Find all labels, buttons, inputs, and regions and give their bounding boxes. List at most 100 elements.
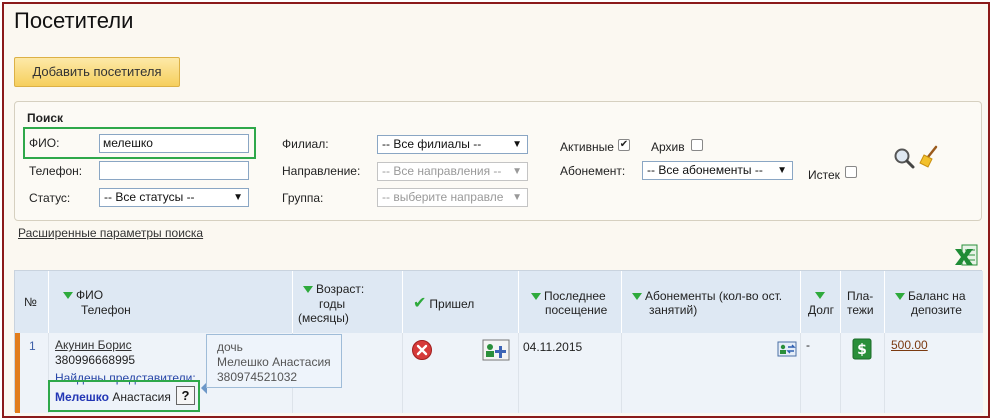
col-balance-header[interactable]: Баланс на депозите bbox=[885, 271, 983, 333]
excel-export-icon[interactable] bbox=[953, 242, 979, 268]
col-age-label-1: Возраст: bbox=[316, 282, 365, 296]
row-num: 1 bbox=[29, 339, 36, 353]
last-visit-date: 04.11.2015 bbox=[523, 340, 583, 354]
col-subs-label-2: занятий) bbox=[649, 303, 698, 317]
col-age-header[interactable]: Возраст: годы (месяцы) bbox=[293, 271, 403, 333]
balance-link[interactable]: 500.00 bbox=[891, 338, 928, 352]
cell-last-visit: 04.11.2015 bbox=[519, 333, 622, 413]
representative-first-name: Анастасия bbox=[112, 390, 171, 404]
chevron-down-icon: ▼ bbox=[512, 166, 522, 177]
debt-value: - bbox=[806, 338, 810, 352]
visitor-name-link[interactable]: Акунин Борис bbox=[55, 338, 132, 352]
search-title: Поиск bbox=[27, 111, 64, 125]
cell-subs bbox=[622, 333, 801, 413]
col-fio-label: ФИО bbox=[76, 288, 104, 302]
search-panel: Поиск ФИО: мелешко Телефон: Статус: -- В… bbox=[14, 101, 982, 221]
sort-down-icon bbox=[531, 293, 541, 301]
col-came-title: ✔ Пришел bbox=[413, 293, 474, 313]
visitor-phone: 380996668995 bbox=[55, 353, 136, 367]
col-balance-title: Баланс на bbox=[895, 289, 966, 303]
subscription-label: Абонемент: bbox=[560, 164, 626, 178]
col-subs-header[interactable]: Абонементы (кол-во ост. занятий) bbox=[622, 271, 801, 333]
direction-select[interactable]: -- Все направления -- ▼ bbox=[377, 162, 528, 181]
chevron-down-icon: ▼ bbox=[512, 192, 522, 203]
direction-select-value: -- Все направления -- bbox=[382, 164, 502, 178]
active-label: Активные bbox=[560, 140, 614, 154]
col-age-label-3: (месяцы) bbox=[298, 311, 349, 325]
group-select-value: -- выберите направле bbox=[382, 190, 504, 204]
status-label: Статус: bbox=[29, 191, 71, 205]
tooltip-phone: 380974521032 bbox=[217, 370, 298, 384]
representative-name[interactable]: Мелешко Анастасия bbox=[55, 390, 171, 404]
col-payments-label-2: тежи bbox=[847, 303, 874, 317]
sort-down-icon bbox=[632, 293, 642, 301]
col-num-header: № bbox=[15, 271, 49, 333]
col-phone-label: Телефон bbox=[81, 303, 131, 317]
phone-label: Телефон: bbox=[29, 164, 83, 178]
group-select[interactable]: -- выберите направле ▼ bbox=[377, 188, 528, 207]
archive-label: Архив bbox=[651, 140, 685, 154]
col-last-visit-header[interactable]: Последнее посещение bbox=[519, 271, 622, 333]
col-payments-label-1: Пла- bbox=[847, 289, 874, 303]
group-label: Группа: bbox=[282, 191, 324, 205]
representative-last-name: Мелешко bbox=[55, 390, 109, 404]
broom-icon[interactable] bbox=[918, 145, 940, 169]
col-fio-title: ФИО bbox=[63, 288, 103, 302]
col-debt-label: Долг bbox=[808, 303, 835, 317]
col-age-label-2: годы bbox=[319, 297, 346, 311]
chevron-down-icon: ▼ bbox=[777, 165, 787, 176]
expired-label: Истек bbox=[808, 168, 840, 182]
fio-input[interactable]: мелешко bbox=[99, 134, 249, 153]
col-num-label: № bbox=[24, 295, 37, 309]
status-select-value: -- Все статусы -- bbox=[104, 190, 195, 204]
expired-checkbox[interactable] bbox=[845, 166, 857, 178]
tooltip-relation: дочь bbox=[217, 340, 243, 354]
col-age-title: Возраст: bbox=[303, 282, 364, 296]
sort-down-icon bbox=[303, 286, 313, 294]
branch-select-value: -- Все филиалы -- bbox=[382, 137, 482, 151]
phone-input[interactable] bbox=[99, 161, 249, 180]
subscription-select[interactable]: -- Все абонементы -- ▼ bbox=[642, 161, 793, 180]
subscription-swap-icon[interactable] bbox=[777, 341, 797, 357]
fio-label: ФИО: bbox=[29, 136, 60, 150]
cell-payments: $ bbox=[841, 333, 885, 413]
checkmark-icon: ✔ bbox=[413, 295, 427, 312]
col-payments-header: Пла- тежи bbox=[841, 271, 885, 333]
svg-text:$: $ bbox=[857, 342, 867, 358]
chevron-down-icon: ▼ bbox=[233, 192, 243, 203]
representative-help-button[interactable]: ? bbox=[176, 386, 195, 405]
active-checkbox[interactable]: ✔ bbox=[618, 139, 630, 151]
tooltip-name: Мелешко Анастасия bbox=[217, 355, 331, 369]
col-came-label: Пришел bbox=[429, 297, 475, 311]
col-subs-title: Абонементы (кол-во ост. bbox=[632, 289, 782, 303]
dollar-icon[interactable]: $ bbox=[852, 338, 872, 360]
col-last-visit-label-2: посещение bbox=[545, 303, 608, 317]
col-last-visit-label-1: Последнее bbox=[544, 289, 606, 303]
sort-down-icon bbox=[895, 293, 905, 301]
col-fio-header[interactable]: ФИО Телефон bbox=[49, 271, 293, 333]
search-icon[interactable] bbox=[893, 147, 915, 169]
col-subs-label-1: Абонементы (кол-во ост. bbox=[645, 289, 783, 303]
chevron-down-icon: ▼ bbox=[512, 139, 522, 150]
branch-select[interactable]: -- Все филиалы -- ▼ bbox=[377, 135, 528, 154]
col-balance-label-2: депозите bbox=[911, 303, 962, 317]
col-debt-header[interactable]: Долг bbox=[801, 271, 841, 333]
page-title: Посетители bbox=[14, 8, 134, 33]
col-last-visit-title: Последнее bbox=[531, 289, 606, 303]
status-select[interactable]: -- Все статусы -- ▼ bbox=[99, 188, 249, 207]
sort-down-icon bbox=[63, 292, 73, 300]
add-visit-card-icon[interactable] bbox=[482, 339, 510, 361]
archive-checkbox[interactable] bbox=[691, 139, 703, 151]
col-balance-label-1: Баланс на bbox=[908, 289, 966, 303]
page-frame: Посетители Добавить посетителя Поиск ФИО… bbox=[2, 2, 990, 418]
advanced-search-link[interactable]: Расширенные параметры поиска bbox=[18, 226, 203, 240]
cell-came bbox=[403, 333, 519, 413]
col-came-header[interactable]: ✔ Пришел bbox=[403, 271, 519, 333]
cancel-visit-icon[interactable] bbox=[411, 339, 433, 361]
row-status-bar bbox=[15, 333, 20, 413]
cell-debt: - bbox=[801, 333, 841, 413]
add-visitor-button[interactable]: Добавить посетителя bbox=[14, 57, 180, 87]
representative-tooltip: дочь Мелешко Анастасия 380974521032 bbox=[206, 334, 342, 388]
subscription-select-value: -- Все абонементы -- bbox=[647, 163, 763, 177]
cell-balance: 500.00 bbox=[885, 333, 983, 413]
